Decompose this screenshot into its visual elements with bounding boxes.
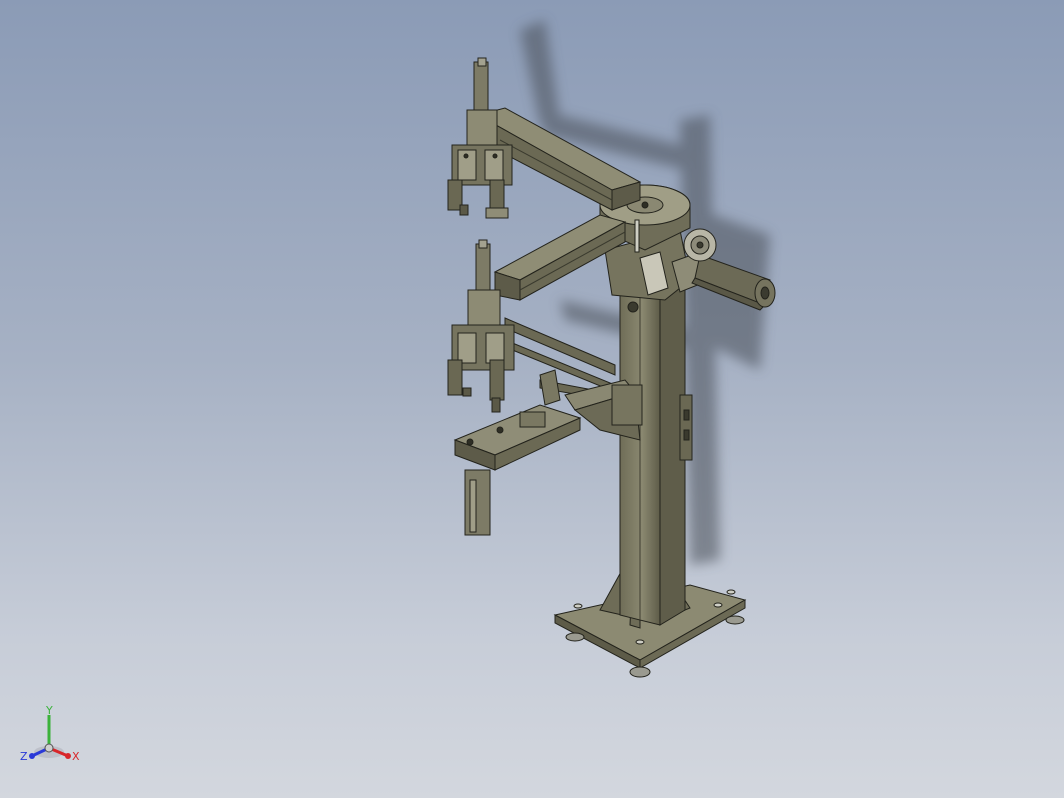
triad-y-label: Y (45, 704, 53, 717)
triad-z-label: Z (20, 750, 28, 763)
triad-x-label: X (72, 750, 80, 763)
cad-3d-viewport[interactable]: Y X Z (0, 0, 1064, 798)
middle-gripper-assembly[interactable] (447, 239, 515, 413)
robot-arm-assembly-model[interactable] (0, 0, 1064, 798)
middle-arm-beam[interactable] (493, 214, 627, 301)
column-side-bracket (679, 394, 693, 461)
lower-work-tray[interactable] (453, 404, 582, 536)
orientation-triad: Y X Z (18, 700, 88, 770)
main-column[interactable] (619, 277, 686, 626)
